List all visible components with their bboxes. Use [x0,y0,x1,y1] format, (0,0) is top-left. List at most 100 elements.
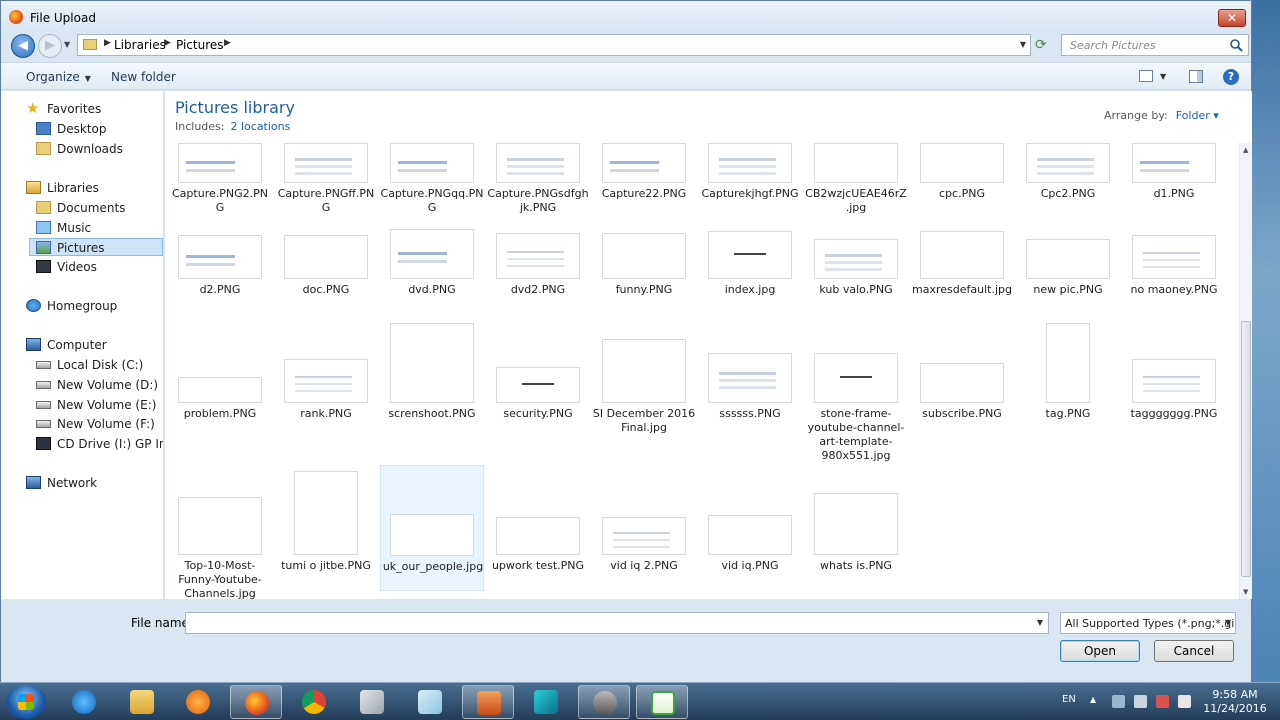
nav-local-disk-c[interactable]: Local Disk (C:) [36,356,143,374]
nav-network[interactable]: Network [26,474,97,492]
file-item[interactable]: problem.PNG [168,321,272,463]
file-item[interactable]: vid iq 2.PNG [592,465,696,591]
taskbar-recorder[interactable] [578,685,630,719]
help-icon[interactable]: ? [1223,69,1239,85]
taskbar-app-orange[interactable] [462,685,514,719]
new-folder-button[interactable]: New folder [111,70,176,84]
view-dropdown[interactable]: ▼ [1160,72,1166,81]
file-item[interactable]: vid iq.PNG [698,465,802,591]
file-item[interactable]: tag.PNG [1016,321,1120,463]
recent-pages-dropdown[interactable]: ▼ [64,40,70,49]
taskbar-paint[interactable] [404,685,456,719]
nav-desktop[interactable]: Desktop [36,120,107,138]
taskbar-explorer[interactable] [116,685,168,719]
clock[interactable]: 9:58 AM 11/24/2016 [1200,688,1270,716]
language-indicator[interactable]: EN [1062,694,1076,705]
scroll-thumb[interactable] [1241,321,1251,577]
open-button[interactable]: Open [1060,640,1140,662]
close-button[interactable]: ✕ [1218,9,1246,27]
file-item[interactable]: doc.PNG [274,229,378,317]
file-item[interactable]: taggggggg.PNG [1122,321,1226,463]
forward-button[interactable]: ▶ [38,34,62,58]
chevron-right-icon[interactable]: ▶ [104,38,111,48]
taskbar-camtasia[interactable] [636,685,688,719]
file-item[interactable]: Capture.PNGff.PNG [274,139,378,227]
show-hidden-icons[interactable]: ▲ [1090,695,1096,704]
taskbar-ie[interactable] [58,685,110,719]
preview-pane-icon[interactable] [1189,70,1203,83]
taskbar-snipping-tool[interactable] [346,685,398,719]
organize-button[interactable]: Organize ▼ [26,70,91,84]
file-item[interactable]: cpc.PNG [910,139,1014,227]
cancel-button[interactable]: Cancel [1154,640,1234,662]
file-item[interactable]: kub valo.PNG [804,229,908,317]
tray-icon[interactable] [1134,695,1147,708]
refresh-icon[interactable]: ⟳ [1035,37,1047,53]
file-item[interactable]: Capture.PNG2.PNG [168,139,272,227]
file-item[interactable]: d2.PNG [168,229,272,317]
file-item[interactable]: rank.PNG [274,321,378,463]
arrange-by-dropdown[interactable]: Folder ▾ [1176,109,1219,122]
address-dropdown[interactable]: ▼ [1020,40,1026,49]
file-item[interactable]: subscribe.PNG [910,321,1014,463]
taskbar-media-player[interactable] [172,685,224,719]
tray-icon[interactable] [1112,695,1125,708]
start-button[interactable] [6,685,46,719]
file-item[interactable]: funny.PNG [592,229,696,317]
nav-cd-drive[interactable]: CD Drive (I:) GP Inter [36,435,163,453]
file-item[interactable]: uk_our_people.jpg [380,465,484,591]
nav-downloads[interactable]: Downloads [36,140,123,158]
file-item[interactable]: d1.PNG [1122,139,1226,227]
search-icon[interactable] [1229,38,1243,52]
file-item[interactable]: Capture22.PNG [592,139,696,227]
file-item[interactable]: dvd.PNG [380,229,484,317]
file-name-dropdown[interactable]: ▼ [1037,618,1043,627]
file-item[interactable]: Capturekjhgf.PNG [698,139,802,227]
file-item[interactable]: Cpc2.PNG [1016,139,1120,227]
breadcrumb-pictures[interactable]: Pictures [176,38,224,52]
file-item[interactable]: CB2wzjcUEAE46rZ.jpg [804,139,908,227]
taskbar-app-blue[interactable] [520,685,572,719]
search-input[interactable]: Search Pictures [1061,34,1249,56]
file-item[interactable]: ssssss.PNG [698,321,802,463]
chevron-right-icon[interactable]: ▶ [224,38,231,48]
nav-volume-f[interactable]: New Volume (F:) [36,415,155,433]
nav-homegroup[interactable]: Homegroup [26,297,117,315]
file-item[interactable]: new pic.PNG [1016,229,1120,317]
file-item[interactable]: Top-10-Most-Funny-Youtube-Channels.jpg [168,465,272,599]
taskbar-chrome[interactable] [288,685,340,719]
file-item[interactable]: SI December 2016 Final.jpg [592,321,696,463]
locations-link[interactable]: 2 locations [230,120,290,133]
back-button[interactable]: ◀ [11,34,35,58]
file-item[interactable]: no maoney.PNG [1122,229,1226,317]
file-item[interactable]: maxresdefault.jpg [910,229,1014,317]
nav-documents[interactable]: Documents [36,199,125,217]
scroll-down-arrow[interactable]: ▼ [1243,588,1248,596]
nav-volume-e[interactable]: New Volume (E:) [36,396,156,414]
nav-favorites[interactable]: ★ Favorites [26,100,101,118]
file-item[interactable]: whats is.PNG [804,465,908,591]
volume-icon[interactable] [1178,695,1191,708]
nav-pictures[interactable]: Pictures [29,238,163,256]
chevron-right-icon[interactable]: ▶ [164,38,171,48]
view-icon[interactable] [1139,70,1153,82]
file-item[interactable]: dvd2.PNG [486,229,590,317]
file-item[interactable]: upwork test.PNG [486,465,590,591]
file-item[interactable]: Capture.PNGqq.PNG [380,139,484,227]
nav-computer[interactable]: Computer [26,336,107,354]
file-item[interactable]: stone-frame-youtube-channel-art-template… [804,321,908,463]
vertical-scrollbar[interactable]: ▲ ▼ [1239,143,1252,599]
address-bar[interactable]: ▶ Libraries ▶ Pictures ▶ ▼ [77,34,1031,56]
file-item[interactable]: security.PNG [486,321,590,463]
nav-music[interactable]: Music [36,219,91,237]
file-item[interactable]: Capture.PNGsdfghjk.PNG [486,139,590,227]
nav-libraries[interactable]: Libraries [26,179,99,197]
file-type-select[interactable]: All Supported Types (*.png;*.gi ▼ [1060,612,1236,634]
file-item[interactable]: index.jpg [698,229,802,317]
breadcrumb-libraries[interactable]: Libraries [114,38,166,52]
tray-icon[interactable] [1156,695,1169,708]
nav-videos[interactable]: Videos [36,258,97,276]
file-name-input[interactable]: ▼ [185,612,1049,634]
nav-volume-d[interactable]: New Volume (D:) [36,376,158,394]
file-item[interactable]: screnshoot.PNG [380,321,484,463]
